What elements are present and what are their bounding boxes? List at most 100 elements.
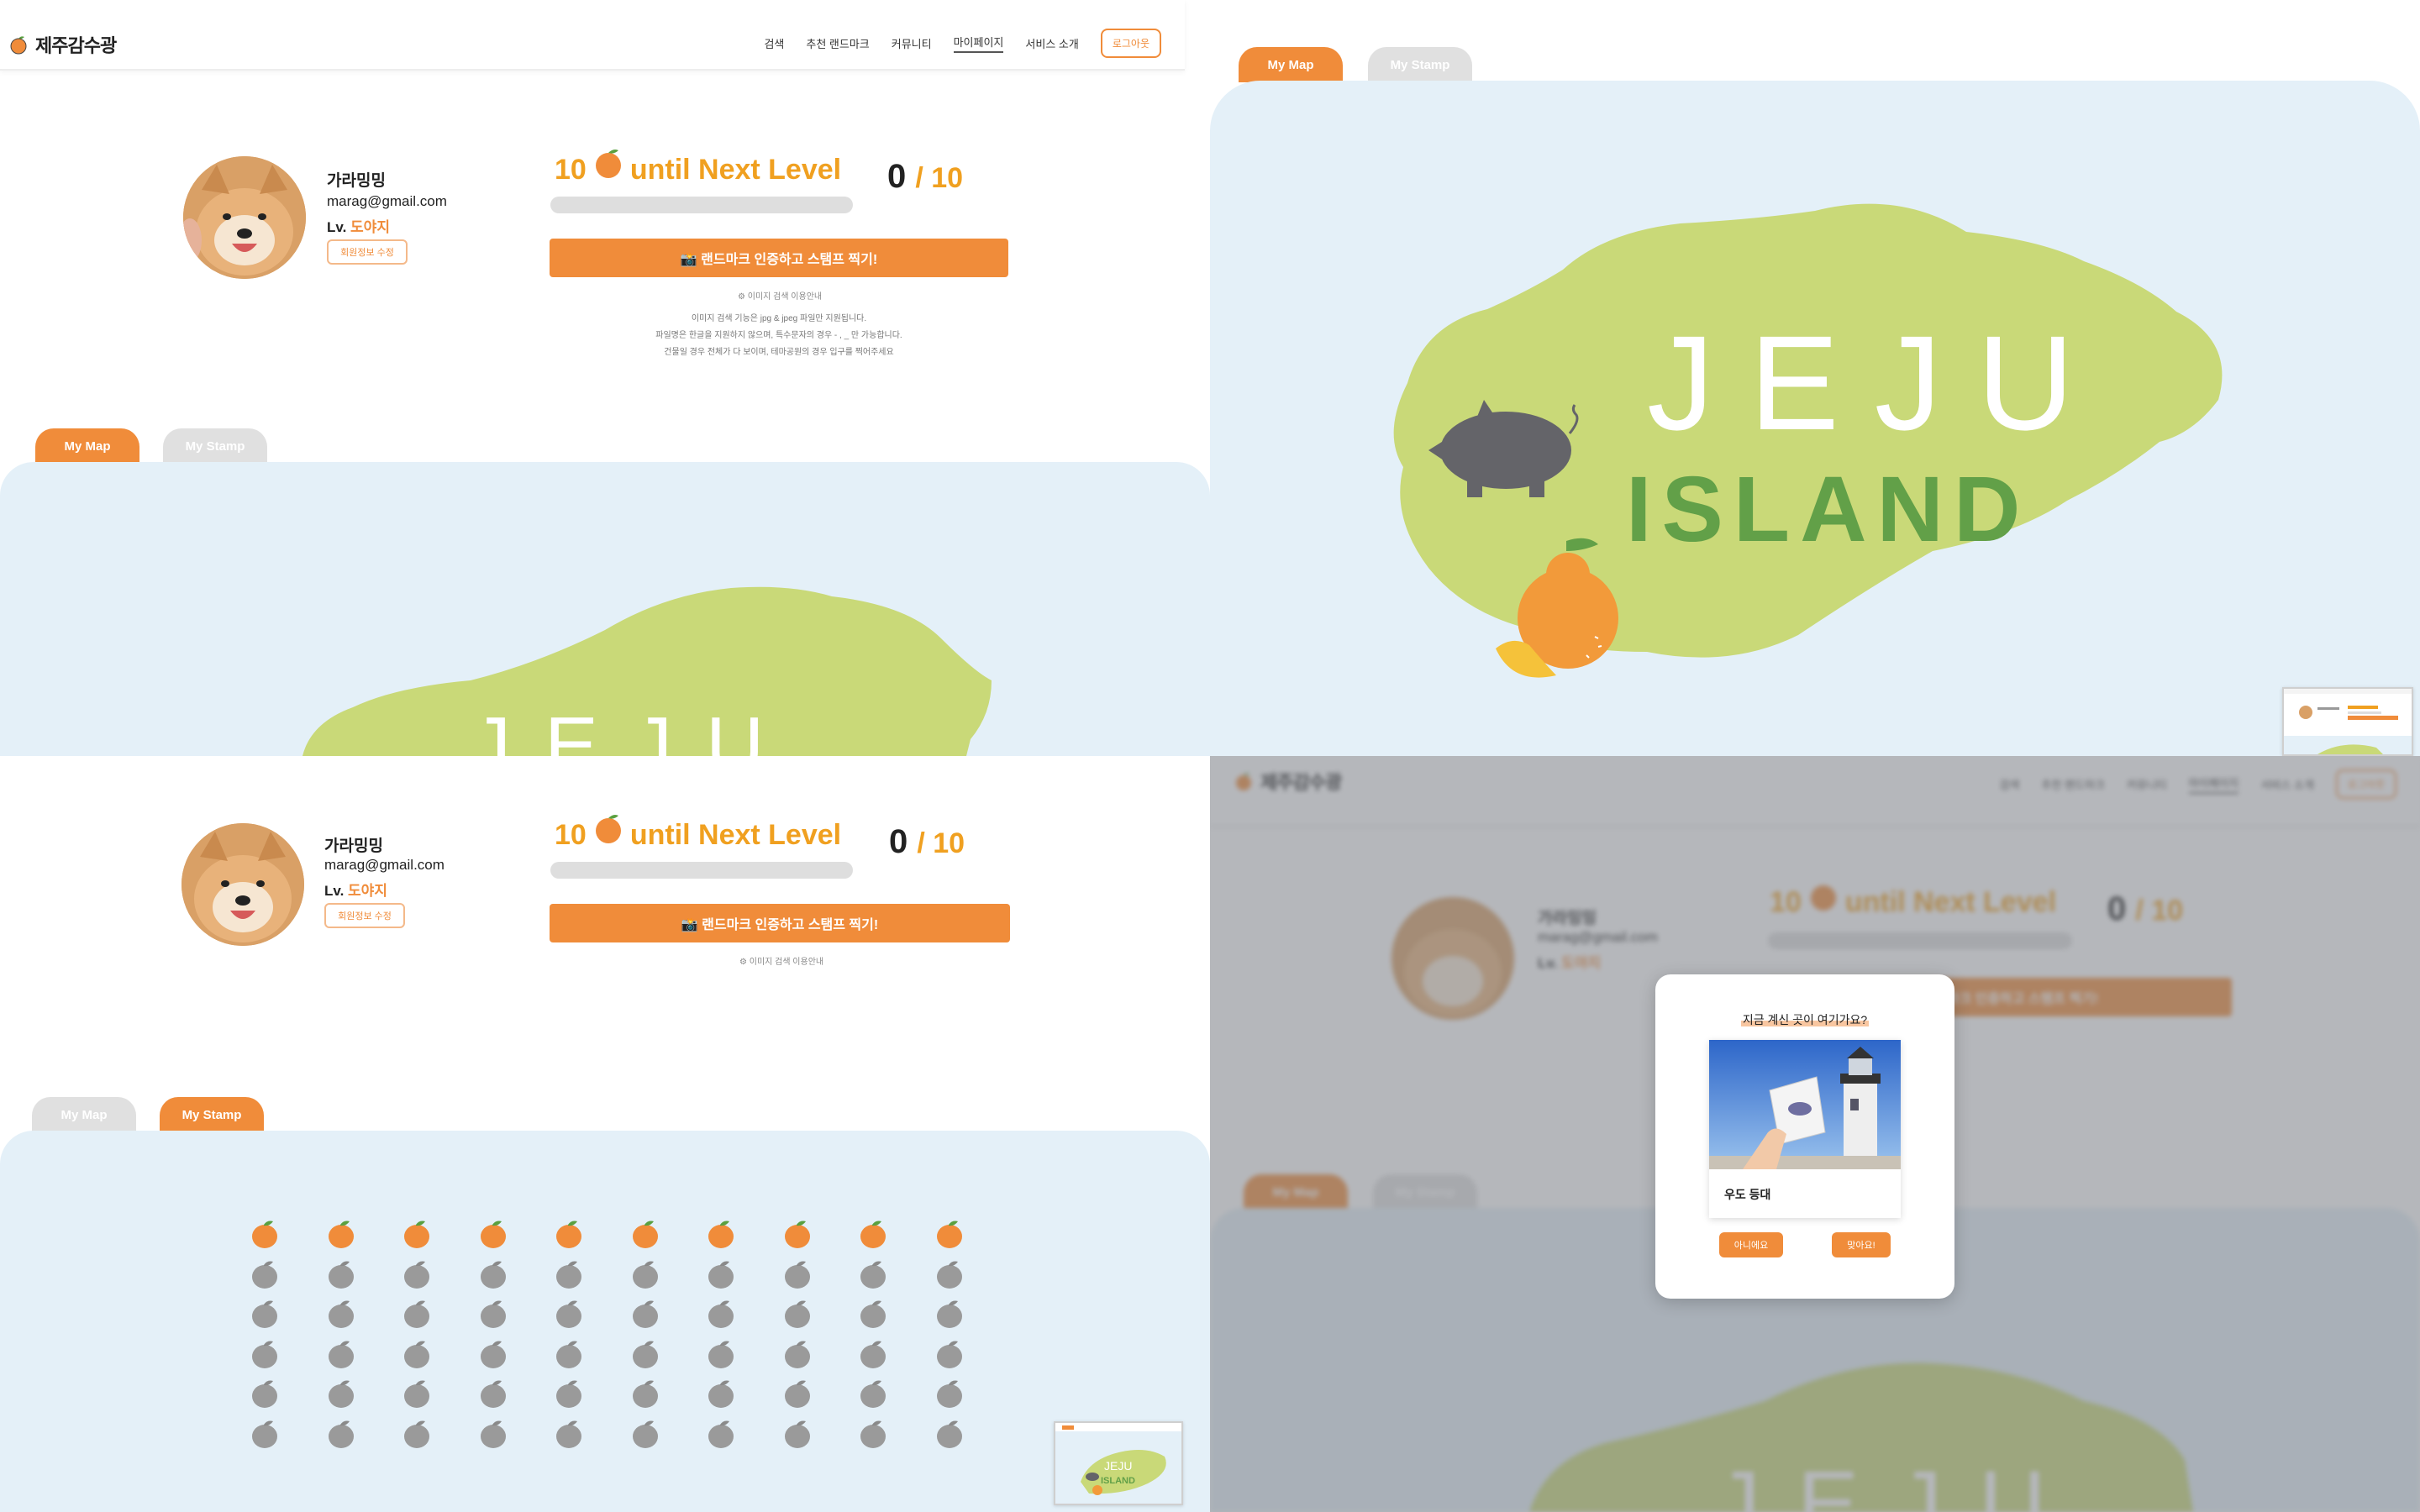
tangerine-icon <box>632 1300 658 1328</box>
panel-my-stamp: 가라밍밍 marag@gmail.com Lv. 도야지 회원정보 수정 10 … <box>0 756 1210 1512</box>
tangerine-icon <box>328 1380 354 1408</box>
stamp-empty <box>455 1418 532 1458</box>
tangerine-icon <box>404 1300 430 1328</box>
tab-my-map[interactable]: My Map <box>32 1097 136 1132</box>
level-title: 10 until Next Level <box>555 150 841 186</box>
edit-profile-button[interactable]: 회원정보 수정 <box>327 239 408 265</box>
level-until-text: until Next Level <box>629 818 842 851</box>
tangerine-icon <box>784 1221 810 1248</box>
level-remaining: 10 <box>555 818 587 851</box>
tangerine-icon <box>708 1221 734 1248</box>
jeju-map-illustration: JEJU ISLAND <box>1393 203 2223 678</box>
map-title-jeju: JEJU <box>471 701 797 756</box>
tangerine-icon <box>556 1300 582 1328</box>
stamp-empty <box>835 1258 912 1299</box>
stamp-empty <box>455 1258 532 1299</box>
tangerine-icon <box>480 1380 506 1408</box>
stamp-empty <box>683 1418 760 1458</box>
stamp-empty <box>608 1378 684 1418</box>
thumbnail-preview[interactable] <box>2282 687 2413 756</box>
stamp-empty <box>227 1378 303 1418</box>
tangerine-icon <box>328 1420 354 1448</box>
stamp-empty <box>760 1258 836 1299</box>
tangerine-icon <box>404 1380 430 1408</box>
map-title-island: ISLAND <box>1626 458 2030 561</box>
tangerine-icon <box>556 1341 582 1368</box>
yes-button[interactable]: 맞아요! <box>1832 1232 1891 1257</box>
level-prefix: Lv. <box>327 219 347 235</box>
tangerine-icon <box>480 1300 506 1328</box>
score-current: 0 <box>887 158 907 195</box>
stamp-empty <box>912 1298 988 1338</box>
tangerine-icon <box>252 1341 278 1368</box>
tab-my-stamp[interactable]: My Stamp <box>160 1097 264 1132</box>
stamp-collected <box>303 1218 380 1258</box>
tab-my-stamp[interactable]: My Stamp <box>1368 47 1472 82</box>
tangerine-icon <box>784 1261 810 1289</box>
stamp-collected <box>531 1218 608 1258</box>
image-search-guide-link[interactable]: ⚙ 이미지 검색 이용안내 <box>739 954 823 967</box>
tangerine-icon <box>556 1261 582 1289</box>
level-name: 도야지 <box>350 219 390 235</box>
stamp-empty <box>683 1258 760 1299</box>
gear-icon: ⚙ <box>738 292 745 302</box>
guide-line: 건물일 경우 전체가 다 보이며, 테마공원의 경우 입구를 찍어주세요 <box>664 348 894 357</box>
stamp-empty <box>303 1298 380 1338</box>
panel-my-map: My Map My Stamp JEJU ISLAND <box>1210 0 2420 756</box>
stamp-empty <box>683 1298 760 1338</box>
stamp-empty <box>835 1418 912 1458</box>
stamp-empty <box>912 1378 988 1418</box>
landmark-name: 우도 등대 <box>1724 1188 1771 1201</box>
tangerine-icon <box>936 1341 962 1368</box>
stamp-empty <box>379 1298 455 1338</box>
tab-my-stamp[interactable]: My Stamp <box>163 428 267 464</box>
score-max: / 10 <box>917 827 965 859</box>
level-score: 0 / 10 <box>887 158 963 196</box>
stamp-grid <box>227 1218 987 1457</box>
stamp-empty <box>455 1298 532 1338</box>
edit-profile-button[interactable]: 회원정보 수정 <box>324 903 405 928</box>
stamp-collected <box>608 1218 684 1258</box>
stamp-landmark-button[interactable]: 📸 랜드마크 인증하고 스탬프 찍기! <box>550 239 1008 277</box>
user-level: Lv. 도야지 <box>327 215 390 236</box>
stamp-empty <box>531 1418 608 1458</box>
tangerine-icon <box>860 1341 886 1368</box>
thumbnail-preview[interactable]: JEJU ISLAND <box>1054 1421 1183 1505</box>
tangerine-icon <box>936 1221 962 1248</box>
tangerine-icon <box>784 1341 810 1368</box>
map-title-jeju: JEJU <box>1647 307 2109 458</box>
stamp-empty <box>531 1258 608 1299</box>
tangerine-icon <box>252 1300 278 1328</box>
stamp-empty <box>455 1338 532 1378</box>
tangerine-icon <box>404 1420 430 1448</box>
tangerine-icon <box>556 1221 582 1248</box>
tangerine-icon <box>556 1380 582 1408</box>
stamp-landmark-button[interactable]: 📸 랜드마크 인증하고 스탬프 찍기! <box>550 904 1010 942</box>
tangerine-icon <box>328 1221 354 1248</box>
tangerine-icon <box>784 1300 810 1328</box>
tangerine-icon <box>328 1300 354 1328</box>
stamp-empty <box>608 1418 684 1458</box>
level-progress-bar <box>550 862 853 879</box>
no-button[interactable]: 아니에요 <box>1719 1232 1783 1257</box>
tangerine-icon <box>632 1261 658 1289</box>
stamp-collected <box>455 1218 532 1258</box>
tab-my-map[interactable]: My Map <box>1239 47 1343 82</box>
tangerine-icon <box>860 1261 886 1289</box>
tab-my-map[interactable]: My Map <box>35 428 139 464</box>
location-confirm-modal: 지금 계신 곳이 여기가요? 우도 등대 아니에요 맞아요! <box>1655 974 1954 1299</box>
tangerine-icon <box>480 1261 506 1289</box>
landmark-photo <box>1709 1040 1901 1169</box>
landmark-card: 우도 등대 <box>1709 1040 1901 1218</box>
image-search-guide-link[interactable]: ⚙ 이미지 검색 이용안내 <box>738 289 822 302</box>
user-email: marag@gmail.com <box>324 857 445 873</box>
stamp-empty <box>608 1298 684 1338</box>
stamp-empty <box>303 1338 380 1378</box>
stamp-empty <box>912 1258 988 1299</box>
stamp-empty <box>760 1378 836 1418</box>
stamp-collected <box>912 1218 988 1258</box>
modal-title: 지금 계신 곳이 여기가요? <box>1655 1011 1954 1028</box>
map-area: JEJU <box>0 462 1210 756</box>
tangerine-icon <box>480 1420 506 1448</box>
guide-link-text: 이미지 검색 이용안내 <box>749 958 824 967</box>
